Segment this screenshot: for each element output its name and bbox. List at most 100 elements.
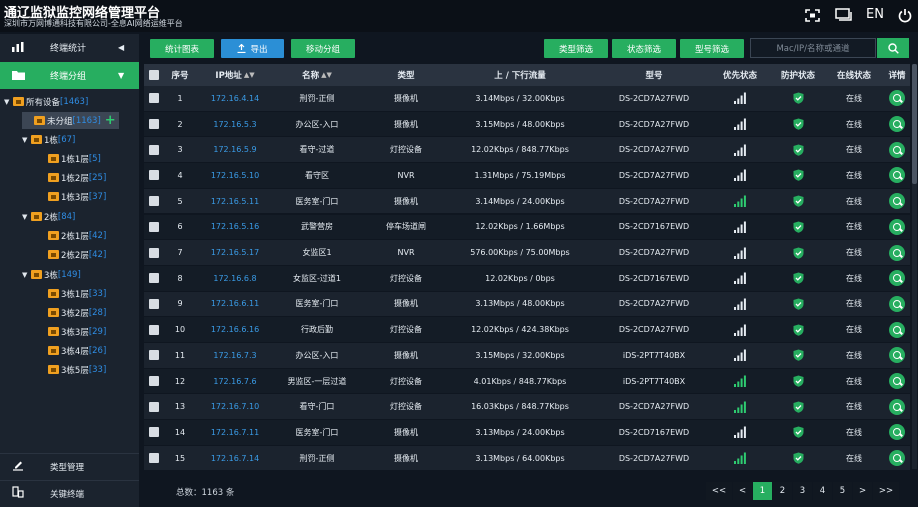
row-checkbox[interactable]	[148, 369, 160, 394]
detail-icon[interactable]	[882, 317, 912, 342]
tree-node-building-3[interactable]: ▼ 3栋 [149]	[22, 266, 81, 283]
col-detail[interactable]: 详情	[882, 64, 912, 86]
tree-node-building-2[interactable]: ▼ 2栋 [84]	[22, 208, 75, 225]
detail-icon[interactable]	[882, 137, 912, 162]
page-button[interactable]: 1	[753, 482, 772, 500]
detail-icon[interactable]	[882, 112, 912, 137]
tree-node-floor[interactable]: 3栋4层 [26]	[48, 342, 106, 359]
tree-node-floor[interactable]: 1栋1层 [5]	[48, 150, 101, 167]
row-ip[interactable]: 172.16.7.11	[192, 420, 278, 445]
chevron-down-icon[interactable]: ▼	[22, 271, 31, 279]
row-checkbox[interactable]	[148, 137, 160, 162]
row-ip[interactable]: 172.16.4.14	[192, 86, 278, 111]
tree-node-building-1[interactable]: ▼ 1栋 [67]	[22, 131, 75, 148]
table-row[interactable]: 1 172.16.4.14 刑罚-正侧 摄像机 3.14Mbps / 32.00Kbps…	[144, 86, 910, 112]
table-row[interactable]: 7 172.16.5.17 女监区1 NVR 576.00Kbps / 75.00Mbp…	[144, 240, 910, 266]
table-row[interactable]: 2 172.16.5.3 办公区-入口 摄像机 3.15Mbps / 48.00Kbps…	[144, 111, 912, 138]
table-row[interactable]: 8 172.16.6.8 女监区-过道1 灯控设备 12.02Kbps / 0bps DS…	[144, 265, 910, 292]
status-filter-button[interactable]: 状态筛选	[612, 39, 676, 58]
page-button[interactable]: 4	[813, 482, 832, 500]
row-checkbox[interactable]	[148, 420, 160, 445]
detail-icon[interactable]	[882, 163, 912, 188]
col-type[interactable]: 类型	[366, 64, 446, 86]
model-filter-button[interactable]: 型号筛选	[680, 39, 744, 58]
table-row[interactable]: 4 172.16.5.10 看守区 NVR 1.31Mbps / 75.19Mbps DS…	[144, 163, 910, 189]
col-online[interactable]: 在线状态	[826, 64, 882, 86]
row-checkbox[interactable]	[148, 292, 160, 317]
table-row[interactable]: 13 172.16.7.10 看守-门口 灯控设备 16.03Kbps / 848.77…	[144, 394, 912, 421]
detail-icon[interactable]	[882, 420, 912, 445]
row-ip[interactable]: 172.16.5.10	[192, 163, 278, 188]
detail-icon[interactable]	[882, 343, 912, 368]
row-ip[interactable]: 172.16.7.14	[192, 446, 278, 471]
table-row[interactable]: 9 172.16.6.11 医务室-门口 摄像机 3.13Mbps / 48.00Kbp…	[144, 291, 912, 318]
export-button[interactable]: 导出	[221, 39, 284, 58]
page-button[interactable]: >	[853, 482, 872, 500]
tree-node-floor[interactable]: 2栋2层 [42]	[48, 246, 106, 263]
row-ip[interactable]: 172.16.5.16	[192, 215, 278, 240]
col-priority[interactable]: 优先状态	[710, 64, 770, 86]
row-ip[interactable]: 172.16.7.3	[192, 343, 278, 368]
sort-icon[interactable]: ▲▼	[321, 71, 332, 79]
row-ip[interactable]: 172.16.5.3	[192, 112, 278, 137]
fullscreen-icon[interactable]	[803, 6, 821, 24]
page-button[interactable]: >>	[873, 482, 899, 500]
tree-node-floor[interactable]: 2栋1层 [42]	[48, 227, 106, 244]
table-row[interactable]: 5 172.16.5.11 医务室-门口 摄像机 3.14Mbps / 24.00Kbp…	[144, 188, 912, 215]
chevron-down-icon[interactable]: ▼	[22, 213, 31, 221]
detail-icon[interactable]	[882, 446, 912, 471]
col-ip[interactable]: IP地址 ▲▼	[192, 64, 278, 86]
detail-icon[interactable]	[882, 189, 912, 214]
sort-icon[interactable]: ▲▼	[244, 71, 255, 79]
row-ip[interactable]: 172.16.6.16	[192, 317, 278, 342]
row-ip[interactable]: 172.16.5.17	[192, 240, 278, 265]
row-checkbox[interactable]	[148, 266, 160, 291]
tree-node-floor[interactable]: 3栋3层 [29]	[48, 323, 106, 340]
chevron-down-icon[interactable]: ▼	[22, 136, 31, 144]
detail-icon[interactable]	[882, 292, 912, 317]
language-switch[interactable]: EN	[866, 7, 884, 22]
tree-node-ungrouped[interactable]: 未分组 [1163] +	[22, 112, 119, 129]
detail-icon[interactable]	[882, 369, 912, 394]
row-checkbox[interactable]	[148, 343, 160, 368]
tree-node-all-devices[interactable]: ▼ 所有设备 [1463]	[4, 93, 88, 110]
sidebar-tab-terminal-stats[interactable]: 终端统计 ◀	[0, 34, 139, 61]
table-row[interactable]: 6 172.16.5.16 武警营房 停车场道闸 12.02Kbps / 1.66Mbp…	[144, 214, 910, 241]
detail-icon[interactable]	[882, 240, 912, 265]
tree-node-floor[interactable]: 3栋1层 [33]	[48, 285, 106, 302]
page-button[interactable]: <<	[706, 482, 732, 500]
move-group-button[interactable]: 移动分组	[291, 39, 355, 58]
row-checkbox[interactable]	[148, 189, 160, 214]
row-ip[interactable]: 172.16.7.6	[192, 369, 278, 394]
table-row[interactable]: 11 172.16.7.3 办公区-入口 摄像机 3.15Mbps / 32.00Kbp…	[144, 343, 910, 369]
tree-node-floor[interactable]: 3栋5层 [33]	[48, 361, 106, 378]
row-checkbox[interactable]	[148, 394, 160, 419]
col-model[interactable]: 型号	[589, 64, 719, 86]
col-no[interactable]: 序号	[168, 64, 192, 86]
sidebar-item-type-management[interactable]: 类型管理	[0, 453, 139, 479]
scrollbar-thumb[interactable]	[912, 64, 917, 184]
table-row[interactable]: 14 172.16.7.11 医务室-门口 摄像机 3.13Mbps / 24.00Kb…	[144, 420, 910, 446]
select-all-checkbox[interactable]	[148, 64, 160, 86]
row-ip[interactable]: 172.16.5.9	[192, 137, 278, 162]
col-traffic[interactable]: 上 / 下行流量	[446, 64, 594, 86]
search-button[interactable]	[877, 38, 909, 58]
row-ip[interactable]: 172.16.6.8	[192, 266, 278, 291]
row-checkbox[interactable]	[148, 112, 160, 137]
table-row[interactable]: 12 172.16.7.6 男监区-一层过道 灯控设备 4.01Kbps / 848.7…	[144, 368, 912, 395]
row-ip[interactable]: 172.16.7.10	[192, 394, 278, 419]
table-row[interactable]: 10 172.16.6.16 行政后勤 灯控设备 12.02Kbps / 424.38K…	[144, 317, 910, 343]
row-checkbox[interactable]	[148, 163, 160, 188]
exit-icon[interactable]	[896, 6, 914, 24]
table-row[interactable]: 15 172.16.7.14 刑罚-正侧 摄像机 3.13Mbps / 64.00Kbp…	[144, 445, 912, 472]
detail-icon[interactable]	[882, 394, 912, 419]
screen-switch-icon[interactable]	[834, 6, 854, 24]
row-checkbox[interactable]	[148, 215, 160, 240]
page-button[interactable]: 3	[793, 482, 812, 500]
row-checkbox[interactable]	[148, 86, 160, 111]
tree-node-floor[interactable]: 1栋3层 [37]	[48, 188, 106, 205]
sidebar-tab-terminal-group[interactable]: 终端分组 ▼	[0, 62, 139, 89]
page-button[interactable]: 5	[833, 482, 852, 500]
col-name[interactable]: 名称 ▲▼	[281, 64, 353, 86]
tree-node-floor[interactable]: 3栋2层 [28]	[48, 304, 106, 321]
